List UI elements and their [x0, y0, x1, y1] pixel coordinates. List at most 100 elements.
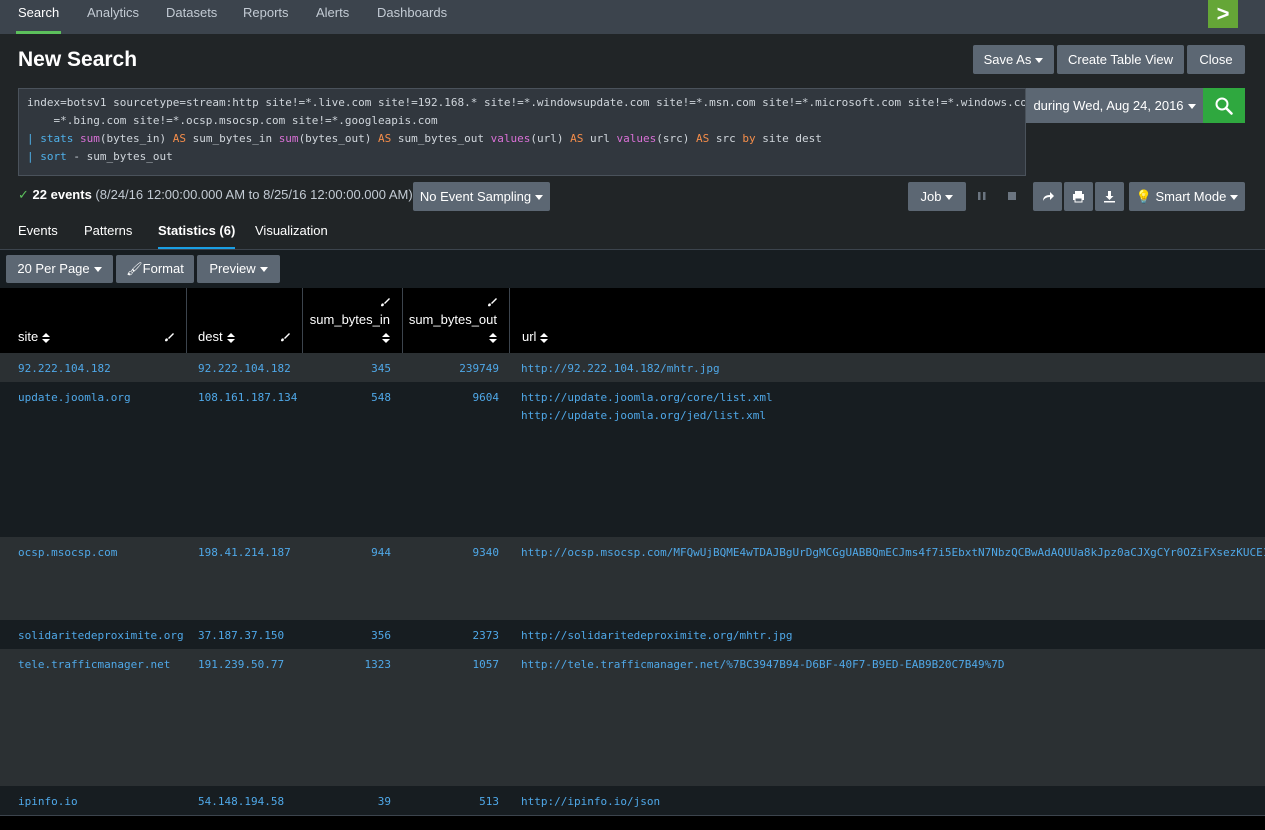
table-row: 92.222.104.182 92.222.104.182 345 239749…: [0, 353, 1265, 382]
tab-visualization[interactable]: Visualization: [255, 223, 328, 250]
table-row: tele.trafficmanager.net 191.239.50.77 13…: [0, 649, 1265, 786]
url-value[interactable]: http://solidaritedeproximite.org/mhtr.jp…: [521, 629, 793, 647]
tab-events[interactable]: Events: [18, 223, 58, 250]
cell-sum-bytes-in[interactable]: 356: [371, 629, 391, 642]
check-icon: ✓: [18, 187, 29, 202]
statistics-table: site dest sum_bytes_in sum_bytes_out url…: [0, 288, 1265, 830]
save-as-button[interactable]: Save As: [973, 45, 1054, 74]
time-range-label: during Wed, Aug 24, 2016: [1033, 98, 1184, 113]
cell-sum-bytes-in[interactable]: 548: [371, 391, 391, 404]
cell-url: http://solidaritedeproximite.org/mhtr.jp…: [521, 629, 793, 647]
tab-statistics[interactable]: Statistics (6): [158, 223, 236, 250]
column-header-site[interactable]: site: [0, 288, 187, 353]
cell-site[interactable]: 92.222.104.182: [18, 362, 111, 375]
cell-site[interactable]: solidaritedeproximite.org: [18, 629, 184, 642]
search-query-input[interactable]: index=botsv1 sourcetype=stream:http site…: [18, 88, 1026, 176]
cell-url: http://ocsp.msocsp.com/MFQwUjBQME4wTDAJB…: [521, 546, 1265, 564]
stop-icon[interactable]: [1006, 190, 1018, 202]
cell-sum-bytes-out[interactable]: 9340: [473, 546, 500, 559]
column-label-dest: dest: [198, 329, 223, 344]
event-sampling-dropdown[interactable]: No Event Sampling: [413, 182, 550, 211]
nav-tab-analytics[interactable]: Analytics: [87, 0, 139, 34]
cell-site[interactable]: ocsp.msocsp.com: [18, 546, 117, 559]
cell-dest[interactable]: 37.187.37.150: [198, 629, 284, 642]
save-as-label: Save As: [983, 52, 1032, 67]
sort-icon: [540, 332, 549, 343]
top-nav: Search Analytics Datasets Reports Alerts…: [0, 0, 1265, 34]
search-line-1: index=botsv1 sourcetype=stream:http site…: [27, 96, 1026, 109]
create-table-view-button[interactable]: Create Table View: [1057, 45, 1184, 74]
url-value[interactable]: http://ocsp.msocsp.com/MFQwUjBQME4wTDAJB…: [521, 546, 1265, 564]
column-header-url[interactable]: url: [510, 288, 1265, 353]
cell-sum-bytes-out[interactable]: 1057: [473, 658, 500, 671]
cell-site[interactable]: update.joomla.org: [18, 391, 131, 404]
brush-icon[interactable]: [280, 332, 290, 342]
export-button[interactable]: [1095, 182, 1124, 211]
brush-icon: 🖌: [126, 261, 143, 276]
pause-icon[interactable]: [976, 190, 988, 202]
bulb-icon: 💡: [1135, 189, 1152, 204]
per-page-label: 20 Per Page: [17, 261, 90, 276]
brush-icon[interactable]: [164, 332, 174, 342]
chevron-down-icon: [259, 267, 268, 273]
job-label: Job: [920, 189, 942, 204]
column-header-dest[interactable]: dest: [187, 288, 303, 353]
search-mode-dropdown[interactable]: 💡 Smart Mode: [1129, 182, 1245, 211]
print-button[interactable]: [1064, 182, 1093, 211]
cell-sum-bytes-out[interactable]: 2373: [473, 629, 500, 642]
column-header-sum-bytes-in[interactable]: sum_bytes_in: [303, 288, 403, 353]
sort-icon: [489, 333, 497, 343]
cell-dest[interactable]: 191.239.50.77: [198, 658, 284, 671]
url-value[interactable]: http://92.222.104.182/mhtr.jpg: [521, 362, 720, 380]
chevron-down-icon: [945, 195, 954, 201]
cell-sum-bytes-in[interactable]: 944: [371, 546, 391, 559]
brush-icon[interactable]: [487, 297, 497, 307]
cell-dest[interactable]: 92.222.104.182: [198, 362, 291, 375]
cell-url: http://ipinfo.io/json: [521, 795, 660, 813]
nav-tab-dashboards[interactable]: Dashboards: [377, 0, 447, 34]
nav-tab-reports[interactable]: Reports: [243, 0, 289, 34]
brush-icon[interactable]: [380, 297, 390, 307]
preview-dropdown[interactable]: Preview: [197, 255, 280, 283]
per-page-dropdown[interactable]: 20 Per Page: [6, 255, 113, 283]
share-button[interactable]: [1033, 182, 1062, 211]
search-line-3: | stats sum(bytes_in) AS sum_bytes_in su…: [27, 132, 822, 145]
column-label-sum-bytes-out: sum_bytes_out: [408, 312, 497, 327]
tab-patterns[interactable]: Patterns: [84, 223, 132, 250]
chevron-down-icon: [535, 195, 544, 201]
search-line-2: =*.bing.com site!=*.ocsp.msocsp.com site…: [27, 114, 438, 127]
nav-tab-alerts[interactable]: Alerts: [316, 0, 349, 34]
url-value[interactable]: http://update.joomla.org/core/list.xml: [521, 391, 773, 409]
cell-dest[interactable]: 198.41.214.187: [198, 546, 291, 559]
cell-sum-bytes-out[interactable]: 9604: [473, 391, 500, 404]
close-button[interactable]: Close: [1187, 45, 1245, 74]
cell-site[interactable]: ipinfo.io: [18, 795, 78, 808]
download-icon: [1104, 191, 1115, 203]
cell-site[interactable]: tele.trafficmanager.net: [18, 658, 170, 671]
event-count-status: ✓ 22 events (8/24/16 12:00:00.000 AM to …: [18, 187, 413, 203]
cell-sum-bytes-out[interactable]: 239749: [459, 362, 499, 375]
column-header-sum-bytes-out[interactable]: sum_bytes_out: [403, 288, 510, 353]
cell-dest[interactable]: 54.148.194.58: [198, 795, 284, 808]
cell-dest[interactable]: 108.161.187.134: [198, 391, 297, 404]
app-logo[interactable]: >: [1208, 0, 1238, 28]
search-button[interactable]: [1203, 88, 1245, 123]
nav-tab-search[interactable]: Search: [15, 0, 62, 34]
url-value[interactable]: http://ipinfo.io/json: [521, 795, 660, 813]
format-button[interactable]: 🖌Format: [116, 255, 194, 283]
chevron-down-icon: [1187, 104, 1196, 110]
table-row: solidaritedeproximite.org 37.187.37.150 …: [0, 620, 1265, 649]
cell-sum-bytes-in[interactable]: 345: [371, 362, 391, 375]
chevron-down-icon: [93, 267, 102, 273]
url-value[interactable]: http://tele.trafficmanager.net/%7BC3947B…: [521, 658, 1004, 676]
nav-tab-datasets[interactable]: Datasets: [166, 0, 217, 34]
cell-sum-bytes-in[interactable]: 39: [378, 795, 391, 808]
url-value[interactable]: http://update.joomla.org/jed/list.xml: [521, 409, 773, 427]
time-range-picker[interactable]: during Wed, Aug 24, 2016: [1026, 88, 1203, 123]
table-row: ocsp.msocsp.com 198.41.214.187 944 9340 …: [0, 537, 1265, 620]
job-menu-button[interactable]: Job: [908, 182, 966, 211]
column-label-sum-bytes-in: sum_bytes_in: [309, 312, 390, 327]
cell-sum-bytes-out[interactable]: 513: [479, 795, 499, 808]
cell-sum-bytes-in[interactable]: 1323: [365, 658, 392, 671]
tabs-divider: [0, 249, 1265, 250]
